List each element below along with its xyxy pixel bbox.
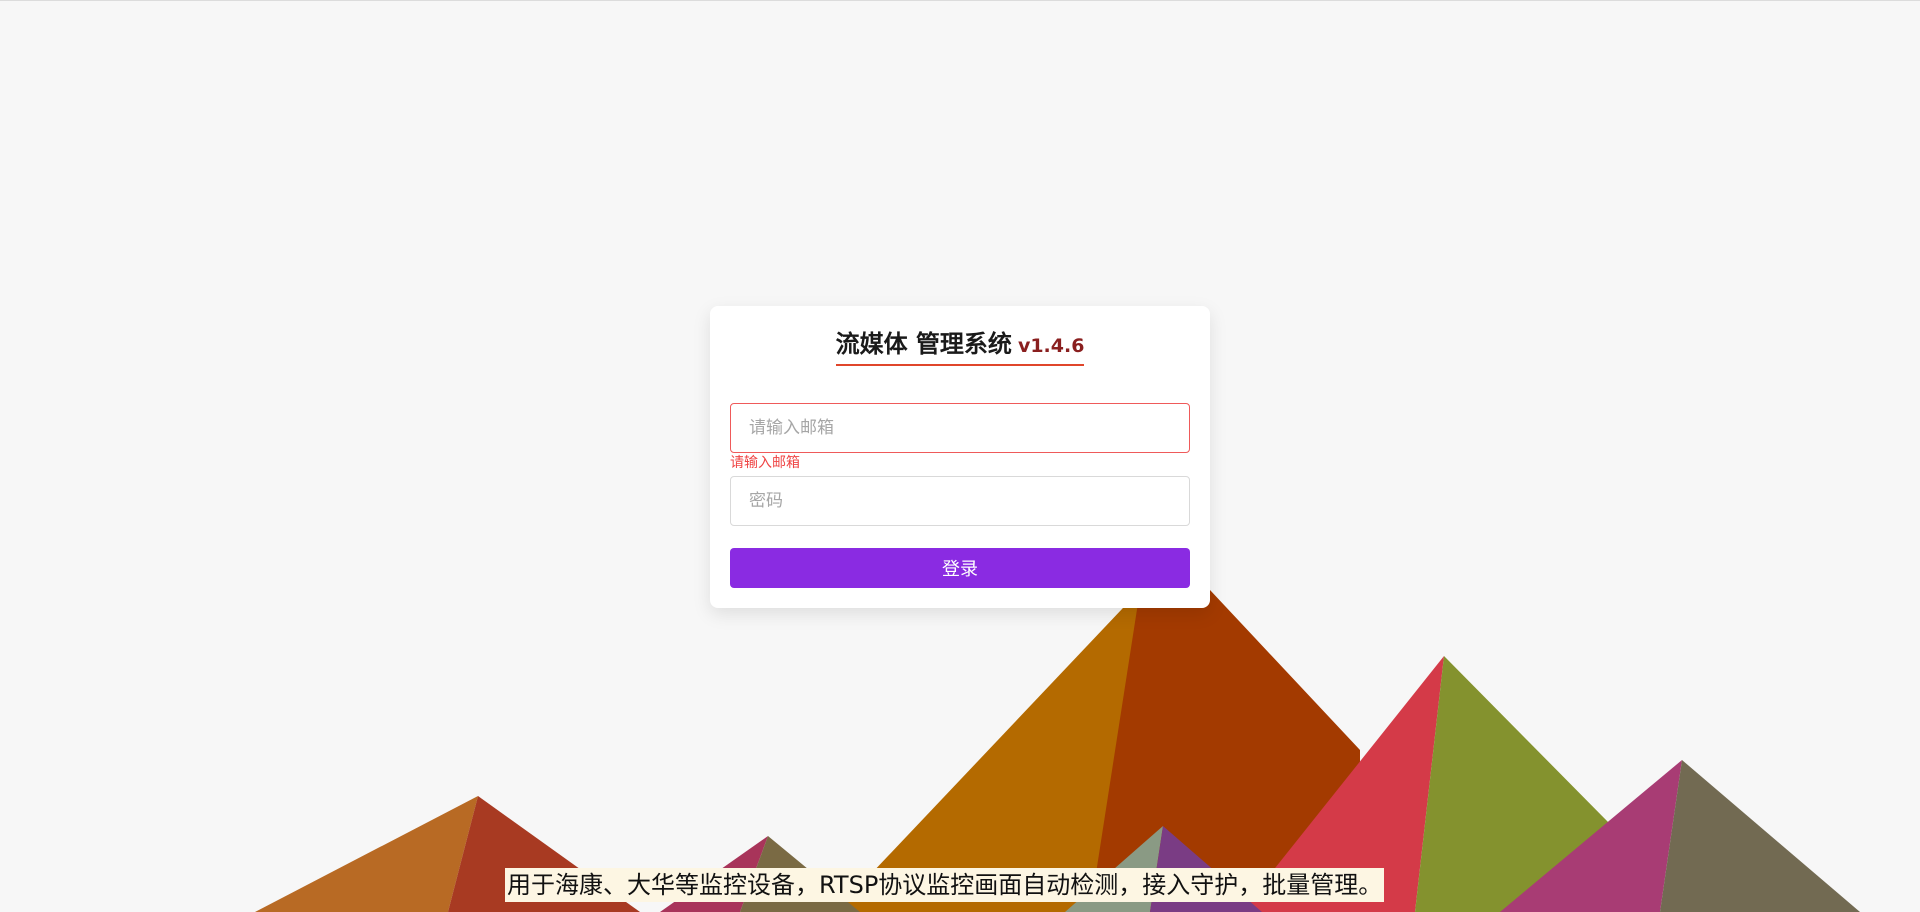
login-card: 流媒体 管理系统v1.4.6 请输入邮箱 登录 [710,306,1210,608]
password-input[interactable] [730,476,1190,526]
mountain-left-orange [255,796,478,912]
footer-tagline: 用于海康、大华等监控设备，RTSP协议监控画面自动检测，接入守护，批量管理。 [505,868,1385,902]
mountain-gray [1660,760,1860,912]
title-text: 流媒体 管理系统 [835,330,1012,358]
page-title: 流媒体 管理系统 v1.4.6 [835,328,1085,366]
login-button[interactable]: 登录 [730,548,1190,588]
title-wrap: 流媒体 管理系统 v1.4.6 [710,328,1210,366]
email-error-message: 请输入邮箱 [730,455,800,471]
version-label: v1.4.6 [1017,335,1085,357]
email-input[interactable] [730,403,1190,453]
